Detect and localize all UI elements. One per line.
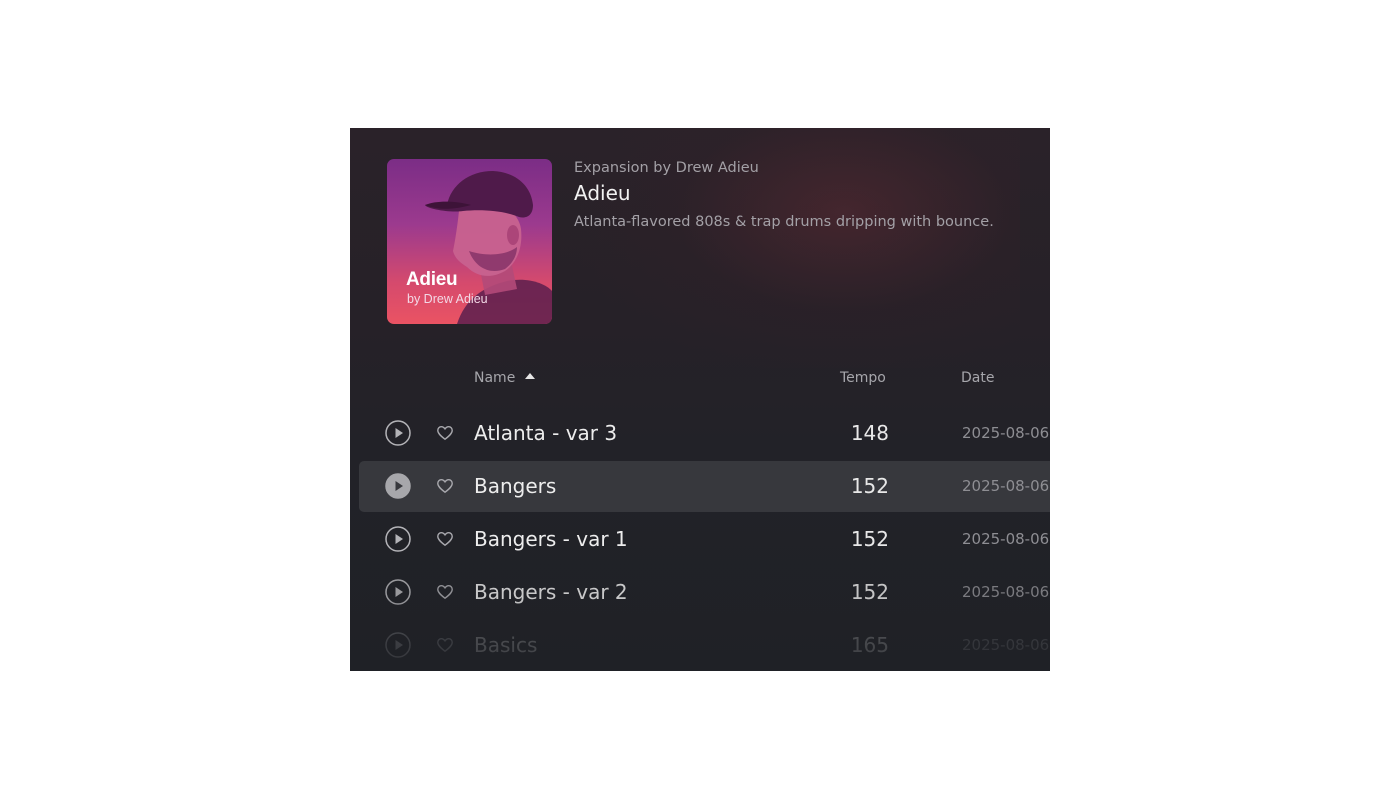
- sample-date: 2025-08-06: [962, 530, 1050, 548]
- sample-tempo: 152: [850, 527, 889, 551]
- heart-icon[interactable]: [436, 530, 454, 548]
- play-icon[interactable]: [385, 632, 411, 658]
- sample-name: Bangers - var 2: [474, 580, 628, 604]
- sample-date: 2025-08-06: [962, 583, 1050, 601]
- sample-row[interactable]: Bangers 152 2025-08-06: [359, 461, 1050, 512]
- column-header-tempo[interactable]: Tempo: [840, 370, 886, 386]
- sample-name: Bangers: [474, 474, 557, 498]
- column-header-date[interactable]: Date: [961, 370, 994, 386]
- heart-icon[interactable]: [436, 477, 454, 495]
- heart-icon[interactable]: [436, 583, 454, 601]
- play-icon[interactable]: [385, 526, 411, 552]
- cover-subtitle: by Drew Adieu: [407, 292, 488, 306]
- column-header-name[interactable]: Name: [474, 370, 536, 386]
- sample-date: 2025-08-06: [962, 424, 1050, 442]
- pack-browser-panel: Adieu by Drew Adieu Expansion by Drew Ad…: [350, 128, 1050, 671]
- pack-description: Atlanta-flavored 808s & trap drums dripp…: [574, 214, 994, 230]
- sample-row[interactable]: Bangers - var 2 152 2025-08-06: [359, 567, 1050, 618]
- play-icon[interactable]: [385, 473, 411, 499]
- sample-row[interactable]: Basics 165 2025-08-06: [359, 620, 1050, 671]
- pack-byline[interactable]: Expansion by Drew Adieu: [574, 160, 759, 176]
- sample-date: 2025-08-06: [962, 636, 1050, 654]
- heart-icon[interactable]: [436, 636, 454, 654]
- column-header-name-label: Name: [474, 370, 516, 386]
- cover-title: Adieu: [406, 269, 458, 290]
- sample-tempo: 152: [850, 474, 889, 498]
- sample-tempo: 152: [850, 580, 889, 604]
- sample-tempo: 165: [850, 633, 889, 657]
- sample-date: 2025-08-06: [962, 477, 1050, 495]
- pack-cover-art[interactable]: Adieu by Drew Adieu: [387, 159, 552, 324]
- play-icon[interactable]: [385, 420, 411, 446]
- sample-tempo: 148: [850, 421, 889, 445]
- pack-title: Adieu: [574, 181, 631, 205]
- sample-name: Basics: [474, 633, 538, 657]
- heart-icon[interactable]: [436, 424, 454, 442]
- sort-ascending-icon: [525, 373, 536, 379]
- sample-name: Atlanta - var 3: [474, 421, 618, 445]
- play-icon[interactable]: [385, 579, 411, 605]
- sample-row[interactable]: Atlanta - var 3 148 2025-08-06: [359, 408, 1050, 459]
- sample-row[interactable]: Bangers - var 1 152 2025-08-06: [359, 514, 1050, 565]
- sample-name: Bangers - var 1: [474, 527, 628, 551]
